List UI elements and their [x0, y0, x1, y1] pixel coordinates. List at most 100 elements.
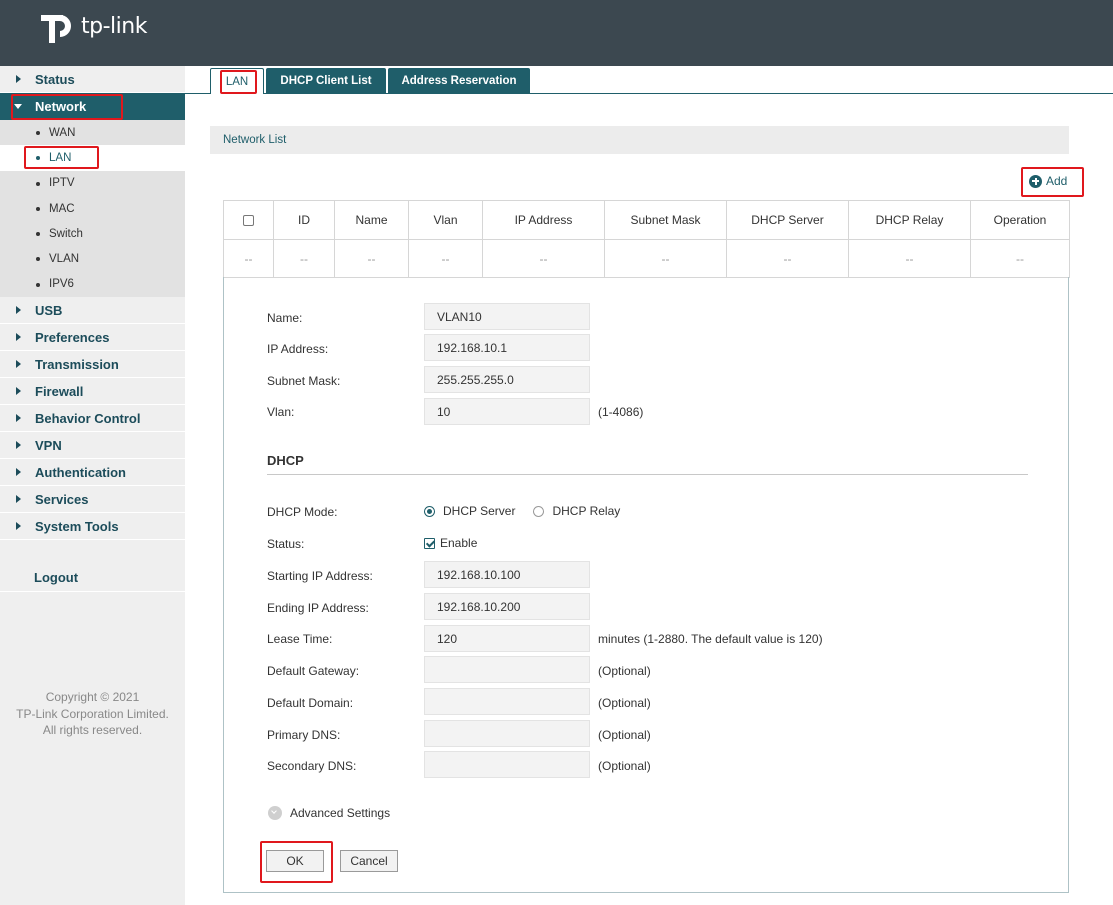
dhcp-relay-option-label[interactable]: DHCP Relay [552, 504, 620, 518]
table-cell: -- [482, 239, 605, 278]
sidebar-item-label: USB [35, 302, 63, 318]
subitem-label: LAN [49, 151, 72, 164]
optional-hint: (Optional) [598, 664, 651, 678]
dhcp-relay-radio[interactable] [533, 505, 545, 517]
bullet-icon [36, 181, 40, 186]
caret-right-icon [16, 75, 21, 83]
sidebar-subitem-vlan[interactable]: VLAN [0, 246, 185, 271]
optional-hint: (Optional) [598, 696, 651, 710]
sidebar-item-label: VPN [35, 437, 62, 453]
logout-link[interactable]: Logout [0, 564, 185, 592]
default-domain-label: Default Domain: [267, 696, 354, 710]
network-list-header: Network List [210, 126, 1069, 154]
bullet-icon [36, 206, 40, 211]
sidebar-item-status[interactable]: Status [0, 66, 185, 93]
add-button[interactable]: Add [1029, 174, 1067, 188]
caret-right-icon [16, 387, 21, 396]
sidebar-item-label: Network [35, 99, 87, 114]
sidebar-item-firewall[interactable]: Firewall [0, 378, 185, 406]
sidebar-subitem-wan[interactable]: WAN [0, 120, 185, 145]
network-table: ID Name Vlan IP Address Subnet Mask DHCP… [223, 200, 1070, 278]
dhcp-server-radio[interactable] [424, 505, 435, 517]
column-header[interactable]: IP Address [482, 200, 605, 240]
select-all-cell [223, 200, 274, 240]
bullet-icon [36, 282, 40, 287]
ending-ip-input[interactable]: 192.168.10.200 [424, 593, 590, 620]
bullet-icon [36, 131, 40, 135]
column-header[interactable]: Subnet Mask [604, 200, 727, 240]
sidebar: Status Network WAN LAN IPTV MAC Switch V… [0, 66, 185, 905]
vlan-input[interactable]: 10 [424, 398, 590, 425]
default-gateway-input[interactable] [424, 656, 590, 683]
sidebar-item-services[interactable]: Services [0, 486, 185, 514]
enable-checkbox[interactable] [424, 537, 435, 549]
starting-ip-input[interactable]: 192.168.10.100 [424, 561, 590, 588]
sidebar-item-behavior-control[interactable]: Behavior Control [0, 405, 185, 433]
column-header[interactable]: ID [273, 200, 335, 240]
caret-right-icon [16, 333, 21, 342]
dhcp-mode-radio-group: DHCP Server DHCP Relay [424, 504, 620, 518]
lan-edit-form [223, 277, 1069, 893]
sidebar-item-preferences[interactable]: Preferences [0, 324, 185, 352]
ip-address-input[interactable]: 192.168.10.1 [424, 334, 590, 361]
caret-down-icon [14, 104, 22, 109]
subnet-mask-label: Subnet Mask: [267, 374, 341, 388]
sidebar-item-label: Status [35, 71, 75, 87]
table-row: -- -- -- -- -- -- -- -- -- [223, 239, 1070, 278]
column-header[interactable]: Name [334, 200, 409, 240]
column-header[interactable]: DHCP Relay [848, 200, 971, 240]
advanced-settings-toggle[interactable]: Advanced Settings [268, 806, 390, 820]
ending-ip-label: Ending IP Address: [267, 601, 369, 615]
secondary-dns-label: Secondary DNS: [267, 759, 357, 773]
tab-lan[interactable]: LAN [210, 68, 264, 94]
sidebar-item-label: System Tools [35, 518, 119, 534]
table-header-row: ID Name Vlan IP Address Subnet Mask DHCP… [223, 200, 1070, 240]
sidebar-item-transmission[interactable]: Transmission [0, 351, 185, 379]
table-cell: -- [223, 239, 274, 278]
tp-link-logo: tp-link [40, 8, 147, 44]
dhcp-mode-label: DHCP Mode: [267, 505, 338, 519]
cancel-button[interactable]: Cancel [340, 850, 398, 872]
column-header[interactable]: Vlan [408, 200, 483, 240]
subnet-mask-input[interactable]: 255.255.255.0 [424, 366, 590, 393]
caret-right-icon [16, 468, 21, 477]
network-submenu: WAN LAN IPTV MAC Switch VLAN IPV6 [0, 120, 185, 298]
column-header[interactable]: DHCP Server [726, 200, 849, 240]
dhcp-server-option-label[interactable]: DHCP Server [443, 504, 515, 518]
caret-right-icon [16, 495, 21, 504]
sidebar-subitem-ipv6[interactable]: IPV6 [0, 272, 185, 297]
sidebar-subitem-iptv[interactable]: IPTV [0, 171, 185, 196]
enable-label[interactable]: Enable [440, 536, 477, 550]
sidebar-subitem-lan[interactable]: LAN [0, 145, 185, 171]
sidebar-item-vpn[interactable]: VPN [0, 432, 185, 460]
sidebar-subitem-mac[interactable]: MAC [0, 196, 185, 221]
divider [267, 474, 1028, 475]
name-input[interactable]: VLAN10 [424, 303, 590, 330]
subitem-label: MAC [49, 202, 75, 215]
table-cell: -- [273, 239, 335, 278]
primary-dns-input[interactable] [424, 720, 590, 747]
sidebar-item-usb[interactable]: USB [0, 297, 185, 325]
lease-time-input[interactable]: 120 [424, 625, 590, 652]
sidebar-item-network[interactable]: Network [0, 93, 185, 120]
default-domain-input[interactable] [424, 688, 590, 715]
chevron-down-circle-icon [268, 806, 282, 820]
table-cell: -- [848, 239, 971, 278]
secondary-dns-input[interactable] [424, 751, 590, 778]
bullet-icon [36, 257, 40, 262]
select-all-checkbox[interactable] [243, 215, 254, 227]
tab-dhcp-client-list[interactable]: DHCP Client List [266, 68, 386, 94]
starting-ip-label: Starting IP Address: [267, 569, 373, 583]
table-cell: -- [726, 239, 849, 278]
copyright-line: All rights reserved. [42, 723, 143, 737]
vlan-range-hint: (1-4086) [598, 405, 644, 419]
sidebar-subitem-switch[interactable]: Switch [0, 221, 185, 246]
ok-button[interactable]: OK [266, 850, 324, 872]
tab-address-reservation[interactable]: Address Reservation [388, 68, 530, 94]
default-gateway-label: Default Gateway: [267, 664, 360, 678]
table-cell: -- [970, 239, 1070, 278]
sidebar-item-system-tools[interactable]: System Tools [0, 513, 185, 541]
table-cell: -- [408, 239, 483, 278]
sidebar-item-authentication[interactable]: Authentication [0, 459, 185, 487]
optional-hint: (Optional) [598, 728, 651, 742]
